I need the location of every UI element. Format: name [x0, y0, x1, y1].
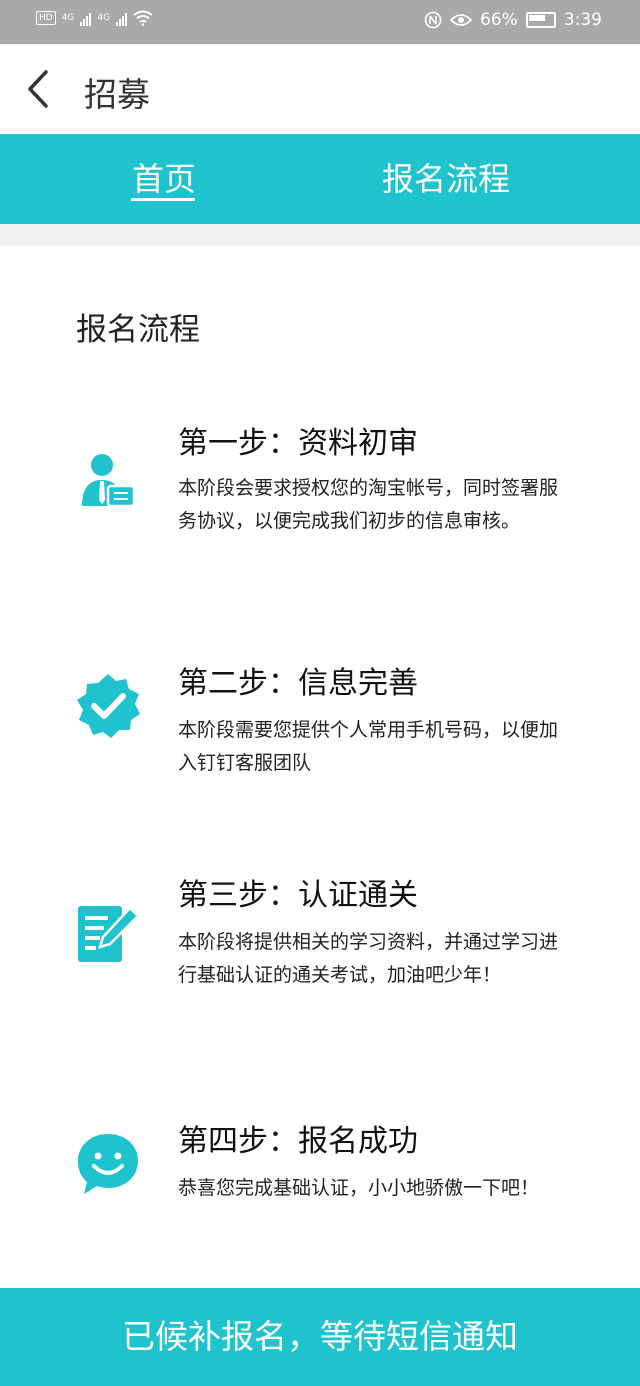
tab-bar: 首页 报名流程: [0, 134, 640, 224]
waitlist-status-button[interactable]: 已候补报名，等待短信通知: [0, 1288, 640, 1386]
divider-band: [0, 224, 640, 246]
app-header: 招募: [0, 44, 640, 134]
battery-percent: 66%: [480, 10, 518, 30]
wifi-icon: [133, 10, 153, 26]
active-tab-indicator: [131, 198, 195, 201]
step-title: 第三步：认证通关: [178, 878, 418, 913]
step-description: 本阶段将提供相关的学习资料，并通过学习进行基础认证的通关考试，加油吧少年！: [178, 931, 559, 986]
battery-icon: [525, 12, 556, 28]
verified-badge-icon: [77, 674, 140, 738]
network-type-label-2: 4G: [97, 13, 111, 23]
user-card-icon: [82, 454, 136, 508]
smile-chat-icon: [78, 1134, 138, 1194]
back-arrow-icon[interactable]: [22, 68, 56, 110]
step-description: 恭喜您完成基础认证，小小地骄傲一下吧！: [178, 1177, 540, 1199]
tab-home[interactable]: 首页: [132, 134, 196, 224]
step-description: 本阶段会要求授权您的淘宝帐号，同时签署服务协议，以便完成我们初步的信息审核。: [178, 477, 559, 532]
status-left: HD 4G 4G: [36, 10, 153, 26]
step-title: 第一步：资料初审: [178, 426, 418, 461]
signal-icon-2: 4G: [97, 13, 110, 23]
section-title: 报名流程: [76, 312, 200, 348]
hd-badge: HD: [36, 11, 56, 25]
tab-signup-process[interactable]: 报名流程: [382, 134, 510, 224]
clock: 3:39: [563, 10, 602, 30]
signal-strength-icon: [80, 10, 92, 26]
nfc-icon: [424, 11, 442, 29]
network-type-label: 4G: [61, 13, 75, 23]
status-right: 66% 3:39: [424, 10, 602, 30]
signal-strength-icon-2: [116, 10, 128, 26]
step-title: 第四步：报名成功: [178, 1124, 418, 1159]
edit-document-icon: [78, 906, 140, 962]
eye-icon: [450, 14, 473, 26]
step-title: 第二步：信息完善: [178, 666, 418, 701]
step-description: 本阶段需要您提供个人常用手机号码，以便加入钉钉客服团队: [178, 719, 559, 774]
page-title: 招募: [84, 75, 150, 114]
signal-icon: 4G: [62, 13, 75, 23]
status-bar: HD 4G 4G 66% 3:39: [0, 0, 640, 44]
